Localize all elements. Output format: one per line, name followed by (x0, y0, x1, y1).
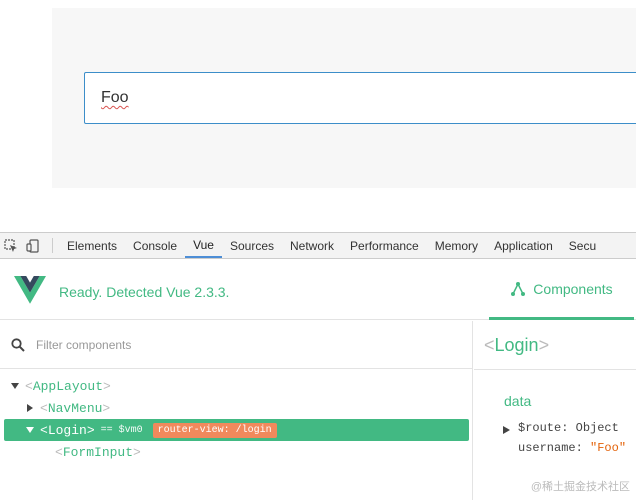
prop-username[interactable]: username: "Foo" (504, 441, 626, 455)
prop-route[interactable]: $route: Object (503, 421, 619, 438)
component-tree-icon (510, 281, 526, 297)
tree-node-login[interactable]: < Login > == $vm0 router-view: /login (4, 419, 469, 441)
tab-sources[interactable]: Sources (222, 233, 282, 258)
login-input-value: Foo (101, 89, 129, 106)
tab-performance[interactable]: Performance (342, 233, 427, 258)
inspect-element-icon[interactable] (0, 233, 22, 258)
tab-console[interactable]: Console (125, 233, 185, 258)
login-input[interactable]: Foo (84, 72, 636, 124)
watermark: @稀土掘金技术社区 (530, 481, 630, 493)
vue-logo-icon (14, 276, 46, 304)
component-name: FormInput (62, 444, 134, 460)
components-tab[interactable]: Components (489, 260, 634, 320)
page-preview: Foo (0, 0, 636, 232)
expand-caret-icon[interactable] (503, 424, 510, 438)
data-section-label: data (504, 393, 532, 409)
component-name: Login (47, 422, 87, 438)
expanded-arrow-icon[interactable] (10, 382, 20, 390)
tab-memory[interactable]: Memory (427, 233, 486, 258)
search-icon (11, 338, 25, 357)
tree-node-applayout[interactable]: < AppLayout > (0, 375, 473, 397)
vm-reference: == $vm0 (100, 424, 143, 436)
tab-vue[interactable]: Vue (185, 233, 222, 258)
router-view-badge: router-view: /login (152, 422, 277, 438)
devtools-tab-bar: Elements Console Vue Sources Network Per… (0, 232, 636, 259)
prop-value: "Foo" (590, 441, 627, 455)
filter-bar (0, 321, 473, 369)
prop-value: Object (575, 421, 619, 435)
components-tab-label: Components (533, 280, 613, 297)
component-tree: < AppLayout > < NavMenu > < Login > == $vm0 ro… (0, 375, 473, 463)
inspector-pane: <Login> data $route: Object username: "F… (474, 321, 636, 500)
filter-components-input[interactable] (36, 335, 456, 355)
toolbar-divider (52, 238, 53, 253)
component-name: NavMenu (47, 400, 103, 416)
device-toggle-icon[interactable] (22, 233, 44, 258)
collapsed-arrow-icon[interactable] (25, 404, 35, 412)
tree-node-forminput[interactable]: < FormInput > (0, 441, 473, 463)
inspector-divider (474, 369, 636, 370)
component-name: AppLayout (32, 378, 104, 394)
component-tree-pane: <AppLayout> <NavMenu> <Login> == $vm0 ro… (0, 321, 473, 500)
tab-security[interactable]: Secu (561, 233, 604, 258)
expanded-arrow-icon[interactable] (25, 426, 35, 434)
tab-elements[interactable]: Elements (59, 233, 125, 258)
tab-network[interactable]: Network (282, 233, 342, 258)
vue-devtools-header: Ready. Detected Vue 2.3.3. Components (0, 260, 636, 320)
tab-application[interactable]: Application (486, 233, 561, 258)
tree-node-navmenu[interactable]: < NavMenu > (0, 397, 473, 419)
inspected-component-title: <Login> (484, 335, 550, 355)
ready-status: Ready. Detected Vue 2.3.3. (59, 284, 230, 300)
